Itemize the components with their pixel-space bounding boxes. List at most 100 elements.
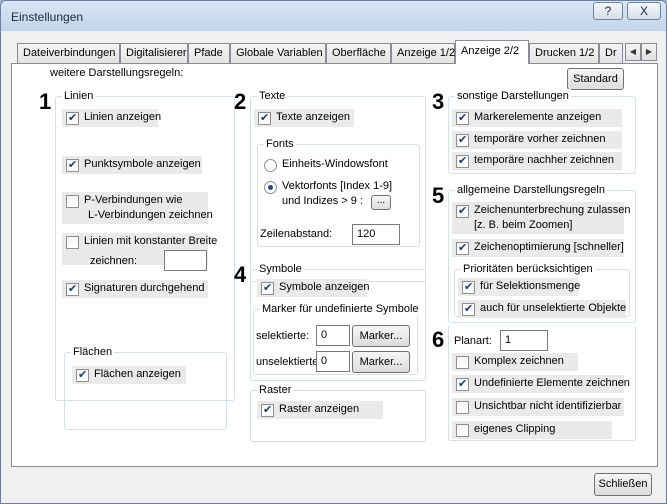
selektierte-marker-button[interactable]: Marker... xyxy=(352,325,410,347)
texte-group-title: Texte xyxy=(257,89,288,103)
punktsymbole-checkbox[interactable]: Punktsymbole anzeigen xyxy=(62,156,202,174)
symbole-group-title: Symbole xyxy=(257,262,304,276)
sonstige-group-title: sonstige Darstellungen xyxy=(455,89,571,103)
tab-globale-variablen[interactable]: Globale Variablen xyxy=(230,43,326,63)
checkbox-label: Komplex zeichnen xyxy=(474,355,564,367)
close-window-button[interactable]: X xyxy=(627,2,661,20)
checkbox-icon xyxy=(66,111,79,125)
zeichenoptimierung-checkbox[interactable]: Zeichenoptimierung [schneller] xyxy=(452,239,624,257)
checkbox-label: für Selektionsmenge xyxy=(480,280,581,292)
window-title: Einstellungen xyxy=(11,10,84,24)
section-number-5: 5 xyxy=(432,183,445,208)
tab-digitalisierer[interactable]: Digitalisierer xyxy=(120,43,188,63)
markerelemente-checkbox[interactable]: Markerelemente anzeigen xyxy=(452,109,622,127)
tab-scroll-arrows: ◀ ▶ xyxy=(625,43,657,61)
checkbox-label: temporäre nachher zeichnen xyxy=(474,154,615,166)
section-number-2: 2 xyxy=(234,89,247,114)
radio-icon xyxy=(264,159,277,172)
komplex-zeichnen-checkbox[interactable]: Komplex zeichnen xyxy=(452,353,578,371)
close-icon: X xyxy=(639,4,648,18)
linien-group-title: Linien xyxy=(62,89,96,103)
checkbox-label-line2: zeichnen: xyxy=(90,255,138,267)
linien-anzeigen-checkbox[interactable]: Linien anzeigen xyxy=(62,109,162,127)
konstante-breite-input[interactable] xyxy=(164,250,207,271)
title-bar: Einstellungen ? X xyxy=(1,1,666,31)
tab-scroll-left-icon[interactable]: ◀ xyxy=(625,43,641,61)
texte-anzeigen-checkbox[interactable]: Texte anzeigen xyxy=(254,109,354,127)
checkbox-label: eigenes Clipping xyxy=(474,423,556,435)
checkbox-icon xyxy=(456,424,469,437)
tab-pfade[interactable]: Pfade xyxy=(188,43,230,63)
checkbox-label: Markerelemente anzeigen xyxy=(474,111,602,123)
checkbox-label: auch für unselektierte Objekte xyxy=(480,302,627,314)
checkbox-label-line2: L-Verbindungen zeichnen xyxy=(88,209,213,221)
selektierte-label: selektierte: xyxy=(256,330,310,342)
tab-drucken-1[interactable]: Drucken 1/2 xyxy=(529,43,599,63)
checkbox-icon xyxy=(258,111,271,125)
section-number-3: 3 xyxy=(432,89,445,114)
checkbox-label: Raster anzeigen xyxy=(279,403,360,415)
undefinierte-elemente-checkbox[interactable]: Undefinierte Elemente zeichnen xyxy=(452,375,630,393)
unselektierte-marker-button[interactable]: Marker... xyxy=(352,351,410,373)
help-button[interactable]: ? xyxy=(593,2,623,20)
einheits-windowsfont-radio[interactable]: Einheits-Windowsfont xyxy=(262,158,388,172)
zeichenunterbrechung-checkbox[interactable]: Zeichenunterbrechung zulassen [z. B. bei… xyxy=(452,202,631,234)
page-heading: weitere Darstellungsregeln: xyxy=(50,67,184,79)
tab-anzeige-2[interactable]: Anzeige 2/2 xyxy=(455,40,529,64)
checkbox-label: Zeichenunterbrechung zulassen xyxy=(474,204,631,216)
checkbox-label: temporäre vorher zeichnen xyxy=(474,133,606,145)
checkbox-icon xyxy=(66,282,79,296)
checkbox-icon xyxy=(66,195,79,208)
unselektierte-input[interactable]: 0 xyxy=(316,351,350,372)
eigenes-clipping-checkbox[interactable]: eigenes Clipping xyxy=(452,421,612,439)
vektorfonts-ellipsis-button[interactable]: ... xyxy=(371,195,391,210)
checkbox-icon xyxy=(456,377,469,391)
tab-drucken-partial[interactable]: Dr xyxy=(599,43,623,63)
selektierte-input[interactable]: 0 xyxy=(316,325,350,346)
checkbox-label: Linien anzeigen xyxy=(84,111,162,123)
planart-input[interactable]: 1 xyxy=(500,330,548,351)
marker-group-title: Marker für undefinierte Symbole xyxy=(260,302,421,316)
checkbox-icon xyxy=(261,281,274,295)
signaturen-checkbox[interactable]: Signaturen durchgehend xyxy=(62,280,208,298)
tab-anzeige-1[interactable]: Anzeige 1/2 xyxy=(391,43,455,63)
checkbox-icon xyxy=(462,280,475,294)
flaechen-anzeigen-checkbox[interactable]: Flächen anzeigen xyxy=(72,366,186,384)
checkbox-label: Punktsymbole anzeigen xyxy=(84,158,201,170)
p-verbindungen-checkbox[interactable]: P-Verbindungen wie L-Verbindungen zeichn… xyxy=(62,192,213,224)
raster-anzeigen-checkbox[interactable]: Raster anzeigen xyxy=(257,401,383,419)
checkbox-label: Symbole anzeigen xyxy=(279,281,370,293)
temporaere-vorher-checkbox[interactable]: temporäre vorher zeichnen xyxy=(452,131,622,149)
checkbox-icon xyxy=(261,403,274,417)
symbole-anzeigen-checkbox[interactable]: Symbole anzeigen xyxy=(257,279,370,297)
help-icon: ? xyxy=(604,4,612,18)
unselektierte-objekte-checkbox[interactable]: auch für unselektierte Objekte xyxy=(458,300,626,318)
checkbox-icon xyxy=(76,368,89,382)
vektorfonts-label-line2: und Indizes > 9 : xyxy=(282,195,364,207)
standard-button[interactable]: Standard xyxy=(567,68,624,90)
unselektierte-label: unselektierte: xyxy=(256,356,322,368)
checkbox-icon xyxy=(456,401,469,414)
checkbox-label: Flächen anzeigen xyxy=(94,368,181,380)
allgemeine-group-title: allgemeine Darstellungsregeln xyxy=(455,183,607,197)
temporaere-nachher-checkbox[interactable]: temporäre nachher zeichnen xyxy=(452,152,622,170)
checkbox-icon xyxy=(456,241,469,255)
tab-oberflaeche[interactable]: Oberfläche xyxy=(326,43,391,63)
prioritaeten-group-title: Prioritäten berücksichtigen xyxy=(461,262,595,276)
checkbox-icon xyxy=(456,204,469,218)
tab-scroll-right-icon[interactable]: ▶ xyxy=(641,43,657,61)
settings-window: Einstellungen ? X Dateiverbindungen Digi… xyxy=(0,0,667,504)
radio-label: Einheits-Windowsfont xyxy=(282,158,388,170)
section-number-1: 1 xyxy=(39,89,52,114)
tab-dateiverbindungen[interactable]: Dateiverbindungen xyxy=(17,43,120,63)
zeilenabstand-input[interactable]: 120 xyxy=(352,224,400,245)
section-number-6: 6 xyxy=(432,327,445,352)
tab-page-anzeige-2: weitere Darstellungsregeln: Standard 1 L… xyxy=(11,63,658,467)
vektorfonts-radio[interactable]: Vektorfonts [Index 1-9] xyxy=(262,180,392,194)
checkbox-icon xyxy=(462,302,475,316)
selektionsmenge-checkbox[interactable]: für Selektionsmenge xyxy=(458,278,581,296)
planart-label: Planart: xyxy=(454,335,492,347)
flaechen-group-title: Flächen xyxy=(71,345,115,359)
unsichtbar-checkbox[interactable]: Unsichtbar nicht identifizierbar xyxy=(452,398,624,416)
schliessen-button[interactable]: Schließen xyxy=(594,473,652,496)
